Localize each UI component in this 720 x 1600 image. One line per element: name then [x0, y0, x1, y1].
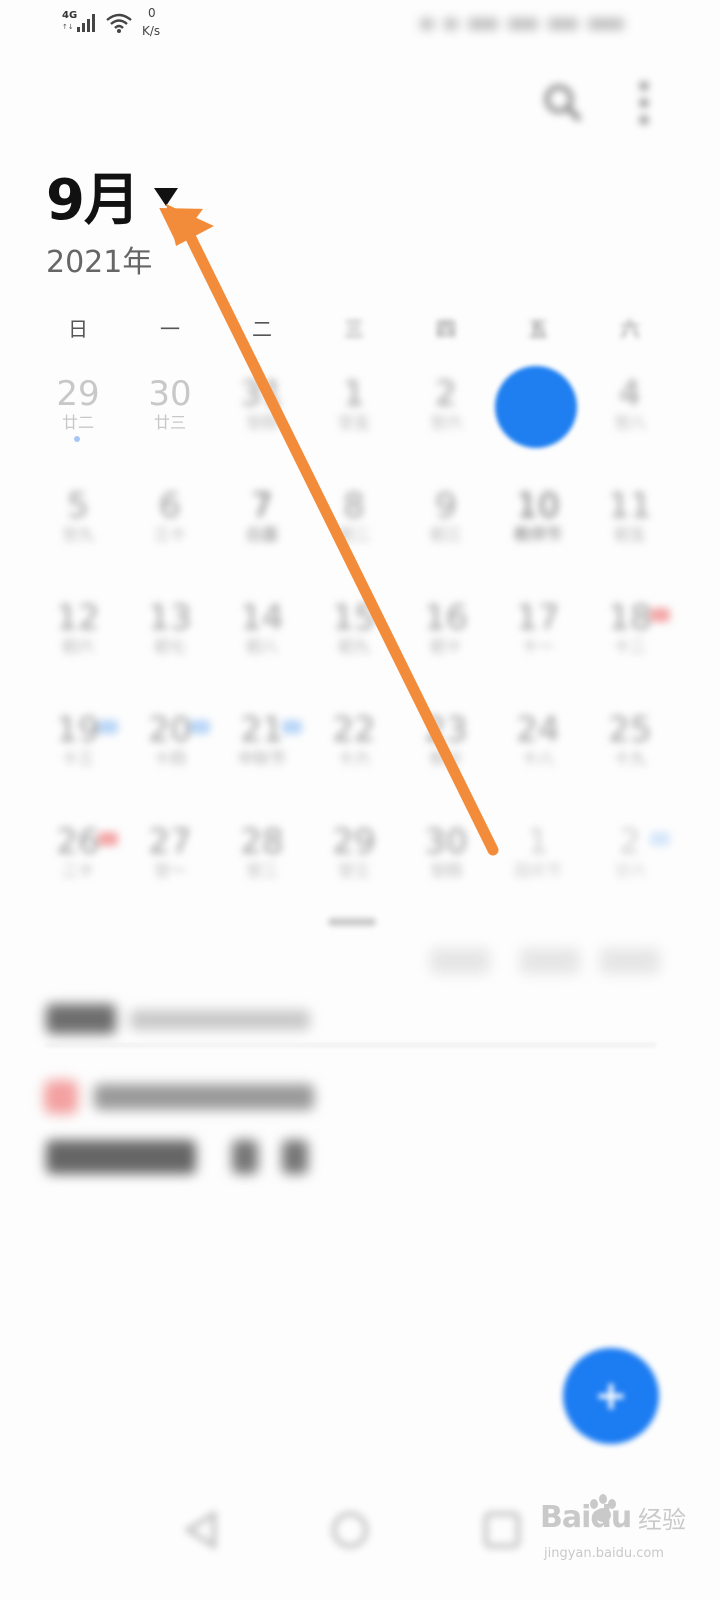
calendar-day[interactable]: 5 廿九 — [32, 470, 124, 570]
calendar-day[interactable]: 17 十一 — [492, 582, 584, 682]
lunar-date: 廿三 — [153, 413, 186, 432]
calendar-day[interactable]: 16 初十 — [400, 582, 492, 682]
calendar-day[interactable]: 28 廿二 — [216, 806, 308, 906]
calendar-day[interactable]: 30 廿四 — [400, 806, 492, 906]
calendar-day[interactable]: 10 教师节 — [492, 470, 584, 570]
status-right-icons — [420, 14, 645, 34]
event-dot — [74, 436, 80, 442]
status-bar: 4G ↑↓ 0 K/s — [0, 0, 720, 48]
dropdown-triangle-icon[interactable] — [152, 186, 180, 208]
calendar-day[interactable]: 29 廿二 — [32, 358, 124, 458]
calendar-day[interactable]: 6 三十 — [124, 470, 216, 570]
calendar-day[interactable]: 23 秋分 — [400, 694, 492, 794]
calendar-day[interactable]: 19 十三 — [32, 694, 124, 794]
nav-home-icon[interactable] — [330, 1510, 370, 1550]
calendar-day[interactable]: 24 十八 — [492, 694, 584, 794]
calendar-day[interactable]: 2 廿六 — [584, 806, 676, 906]
calendar-day[interactable]: 1 廿五 — [308, 358, 400, 458]
network-type: 4G — [62, 10, 78, 21]
weekday-sun: 日 — [68, 317, 88, 341]
calendar-day[interactable]: 14 初八 — [216, 582, 308, 682]
watermark-url: jingyan.baidu.com — [544, 1546, 664, 1561]
nav-back-icon[interactable] — [182, 1510, 222, 1550]
agenda-divider — [46, 1044, 656, 1046]
weekday-fri: 五 — [528, 317, 548, 341]
drag-handle[interactable] — [328, 918, 376, 926]
more-vertical-icon[interactable] — [632, 78, 656, 128]
weekday-header: 日 一 二 三 四 五 六 — [32, 312, 677, 346]
calendar-day[interactable]: 7 白露 — [216, 470, 308, 570]
calendar-day[interactable]: 31 廿四 — [216, 358, 308, 458]
calendar-day[interactable]: 2 廿六 — [400, 358, 492, 458]
calendar-day[interactable]: 13 初七 — [124, 582, 216, 682]
calendar-day[interactable]: 4 廿八 — [584, 358, 676, 458]
add-event-button[interactable]: + — [563, 1348, 659, 1444]
network-speed-unit: K/s — [142, 24, 161, 38]
calendar-day[interactable]: 12 初六 — [32, 582, 124, 682]
signal-icon — [77, 14, 95, 32]
calendar-day[interactable]: 8 初二 — [308, 470, 400, 570]
day-number: 29 — [56, 374, 100, 414]
wifi-icon — [106, 13, 132, 33]
calendar-day[interactable]: 11 初五 — [584, 470, 676, 570]
day-number: 30 — [148, 374, 192, 414]
search-icon[interactable] — [540, 80, 584, 124]
calendar-day[interactable]: 29 廿三 — [308, 806, 400, 906]
weekday-sat: 六 — [620, 317, 640, 341]
nav-recent-icon[interactable] — [482, 1510, 522, 1550]
lunar-date: 廿二 — [61, 413, 94, 432]
baidu-jingyan-watermark: Baidu 经验 jingyan.baidu.com — [540, 1494, 690, 1574]
weekday-tue: 二 — [252, 317, 272, 341]
calendar-day[interactable]: 25 十九 — [584, 694, 676, 794]
network-speed-value: 0 — [148, 6, 156, 20]
calendar-screen: 4G ↑↓ 0 K/s 9月 2021年 日 一 二 三 四 五 六 29 廿二… — [0, 0, 720, 1600]
calendar-day[interactable]: 22 十六 — [308, 694, 400, 794]
calendar-day[interactable]: 15 初九 — [308, 582, 400, 682]
calendar-day[interactable]: 9 初三 — [400, 470, 492, 570]
calendar-day[interactable]: 18 十二 — [584, 582, 676, 682]
calendar-day[interactable]: 27 廿一 — [124, 806, 216, 906]
plus-icon: + — [594, 1373, 628, 1419]
blurred-agenda-area — [44, 948, 660, 1174]
watermark-jingyan: 经验 — [638, 1506, 686, 1534]
weekday-mon: 一 — [160, 317, 180, 341]
weekday-wed: 三 — [344, 317, 364, 341]
network-activity: ↑↓ — [62, 23, 74, 31]
calendar-day[interactable]: 26 二十 — [32, 806, 124, 906]
month-title[interactable]: 9月 — [46, 166, 140, 236]
calendar-day[interactable]: 30 廿三 — [124, 358, 216, 458]
calendar-grid: 29 廿二 30 廿三 31 廿四 1 廿五 2 廿六 4 廿八 5 廿九 6 三十 7 白露… — [32, 358, 677, 918]
weekday-thu: 四 — [436, 317, 456, 341]
calendar-day[interactable]: 21 中秋节 — [216, 694, 308, 794]
year-label: 2021年 — [46, 245, 153, 280]
watermark-logo-text: Baidu — [540, 1500, 632, 1535]
calendar-day[interactable]: 20 十四 — [124, 694, 216, 794]
calendar-day[interactable]: 1 国庆节 — [492, 806, 584, 906]
